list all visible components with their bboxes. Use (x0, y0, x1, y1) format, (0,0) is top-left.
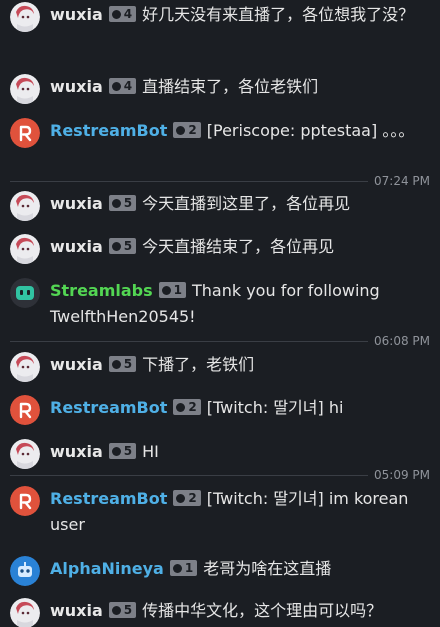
chat-message: wuxia 5 今天直播结束了，各位再见 (0, 234, 440, 264)
username[interactable]: RestreamBot (50, 398, 167, 417)
timestamp: 07:24 PM (368, 174, 430, 188)
message-text: [Periscope: pptestaa] 。。。 (206, 121, 415, 140)
level-badge: 1 (169, 560, 198, 576)
anime-girl-icon[interactable] (10, 598, 40, 627)
message-text: 直播结束了，各位老铁们 (142, 77, 319, 96)
level-dot-icon (111, 447, 121, 456)
anime-girl-icon[interactable] (10, 74, 40, 104)
level-badge: 1 (158, 282, 186, 298)
username[interactable]: AlphaNineya (50, 559, 164, 578)
level-badge: 2 (173, 490, 201, 506)
anime-girl-icon[interactable] (10, 191, 40, 221)
chat-message: RestreamBot 2 [Twitch: 딸기녀] im korean user (0, 486, 440, 538)
level-dot-icon (172, 564, 182, 573)
level-badge: 5 (108, 443, 137, 459)
username[interactable]: wuxia (50, 355, 103, 374)
level-dot-icon (111, 10, 121, 19)
level-dot-icon (111, 360, 121, 369)
username[interactable]: wuxia (50, 194, 103, 213)
message-text: 今天直播到这里了，各位再见 (142, 194, 351, 213)
anime-girl-icon[interactable] (10, 2, 40, 32)
username[interactable]: Streamlabs (50, 281, 153, 300)
chat-message: wuxia 5 传播中华文化，这个理由可以吗？ (0, 598, 440, 627)
time-divider (10, 341, 430, 342)
robot-icon[interactable] (10, 556, 40, 586)
message-text: 老哥为啥在这直播 (203, 559, 332, 578)
chat-message: wuxia 4 好几天没有来直播了，各位想我了没？ (0, 2, 440, 32)
level-dot-icon (161, 286, 171, 295)
message-text: [Twitch: 딸기녀] hi (206, 398, 344, 417)
message-text: 下播了，老铁们 (142, 355, 255, 374)
level-badge: 5 (108, 238, 137, 254)
level-dot-icon (176, 494, 186, 503)
username[interactable]: wuxia (50, 77, 103, 96)
time-divider (10, 181, 430, 182)
message-text: 今天直播结束了，各位再见 (142, 237, 335, 256)
level-badge: 5 (108, 356, 137, 372)
anime-girl-icon[interactable] (10, 234, 40, 264)
message-text: 传播中华文化，这个理由可以吗？ (142, 601, 383, 620)
level-dot-icon (111, 242, 121, 251)
level-dot-icon (111, 199, 121, 208)
message-text: HI (142, 442, 159, 461)
chat-message: Streamlabs 1 Thank you for following Twelf… (0, 278, 440, 330)
restream-logo-icon[interactable] (10, 486, 40, 516)
username[interactable]: RestreamBot (50, 121, 167, 140)
timestamp: 06:08 PM (368, 334, 430, 348)
level-badge: 4 (108, 6, 137, 22)
username[interactable]: wuxia (50, 601, 103, 620)
level-badge: 2 (173, 122, 201, 138)
chat-message: wuxia 5 今天直播到这里了，各位再见 (0, 191, 440, 221)
level-badge: 4 (108, 78, 137, 94)
chat-message: wuxia 5 下播了，老铁们 (0, 352, 440, 382)
level-badge: 2 (173, 399, 201, 415)
level-badge: 5 (108, 602, 137, 618)
message-text: 好几天没有来直播了，各位想我了没？ (142, 5, 415, 24)
restream-logo-icon[interactable] (10, 118, 40, 148)
username[interactable]: wuxia (50, 442, 103, 461)
level-dot-icon (111, 82, 121, 91)
chat-message: AlphaNineya 1 老哥为啥在这直播 (0, 556, 440, 586)
level-dot-icon (176, 403, 186, 412)
chat-message: RestreamBot 2 [Twitch: 딸기녀] hi (0, 395, 440, 425)
username[interactable]: wuxia (50, 5, 103, 24)
timestamp: 05:09 PM (368, 468, 430, 482)
chat-message: RestreamBot 2 [Periscope: pptestaa] 。。。 (0, 118, 440, 148)
chat-log[interactable]: wuxia 4 好几天没有来直播了，各位想我了没？ wuxia 4 直播结束了，各位老铁… (0, 0, 440, 627)
streamlabs-logo-icon[interactable] (10, 278, 40, 308)
username[interactable]: RestreamBot (50, 489, 167, 508)
chat-message: wuxia 5 HI (0, 439, 440, 469)
chat-message: wuxia 4 直播结束了，各位老铁们 (0, 74, 440, 104)
level-dot-icon (111, 606, 121, 615)
anime-girl-icon[interactable] (10, 439, 40, 469)
level-dot-icon (176, 126, 186, 135)
time-divider (10, 475, 430, 476)
restream-logo-icon[interactable] (10, 395, 40, 425)
username[interactable]: wuxia (50, 237, 103, 256)
anime-girl-icon[interactable] (10, 352, 40, 382)
level-badge: 5 (108, 195, 137, 211)
